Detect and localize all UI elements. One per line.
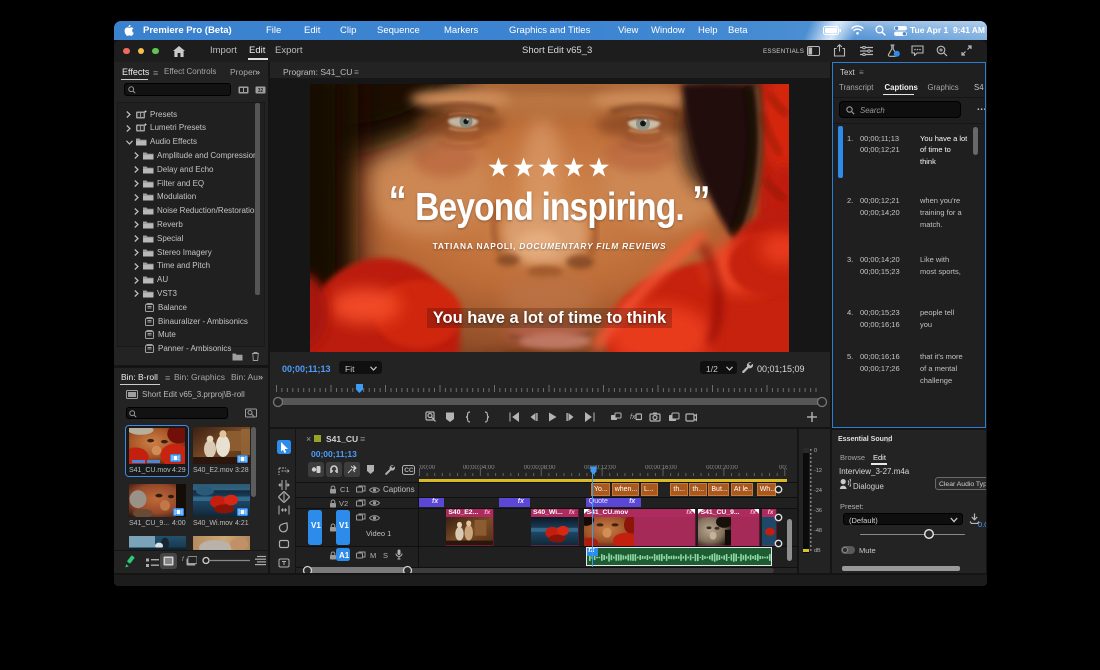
svg-text:fx: fx bbox=[630, 414, 636, 421]
svg-text:CC: CC bbox=[404, 467, 414, 474]
svg-text:32: 32 bbox=[258, 88, 264, 94]
svg-text:f: f bbox=[182, 557, 185, 563]
